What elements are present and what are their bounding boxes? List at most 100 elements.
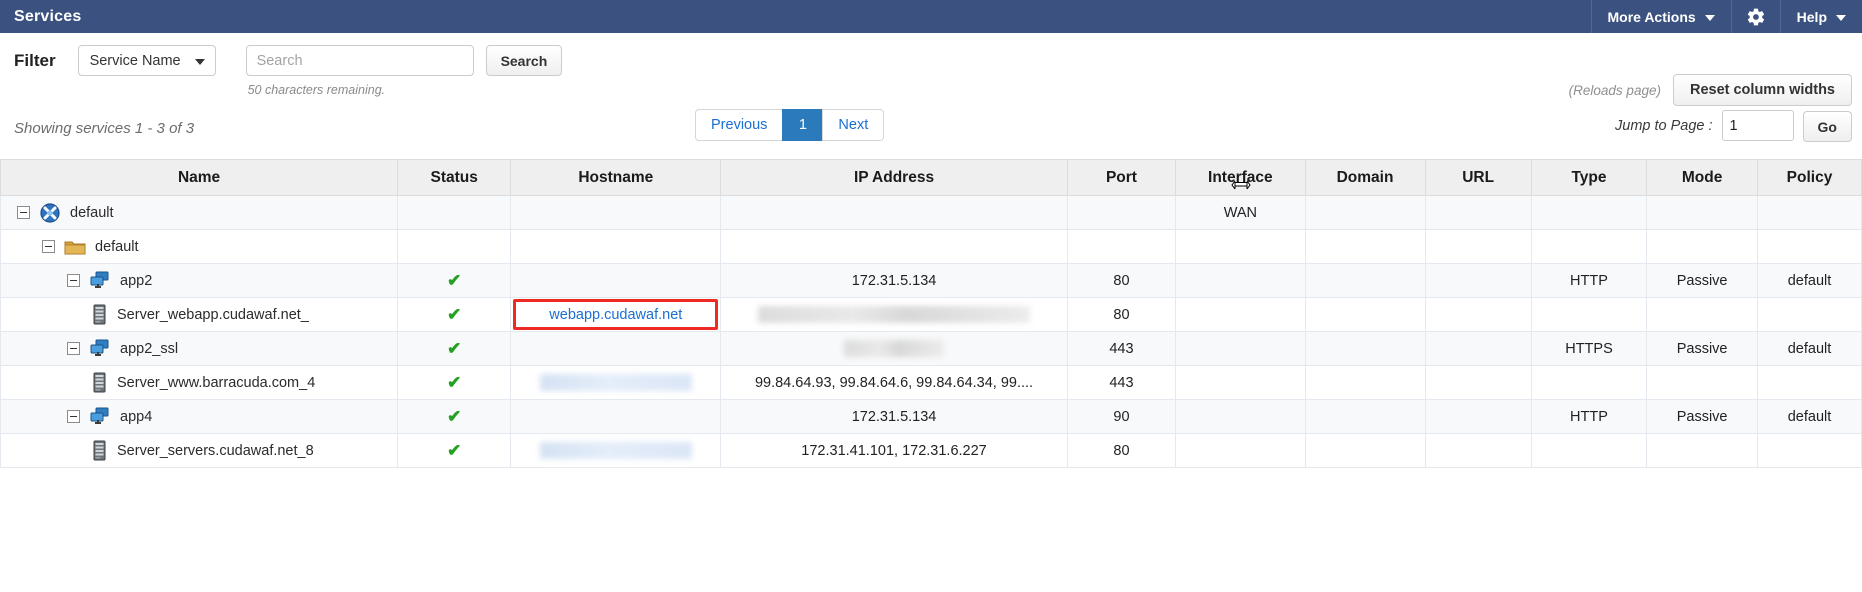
table-row[interactable]: Server_www.barracuda.com_4 ✔ 99.84.64.93, …: [0, 365, 1862, 400]
cell-name: app2: [0, 263, 399, 298]
next-page-button[interactable]: Next: [822, 109, 885, 141]
cell-url: [1424, 433, 1532, 468]
settings-button[interactable]: [1730, 0, 1780, 33]
paging-bar: Showing services 1 - 3 of 3 Previous 1 N…: [0, 109, 1862, 155]
cell-port: 80: [1066, 263, 1177, 298]
cell-mode: [1646, 365, 1759, 400]
table-row[interactable]: Server_servers.cudawaf.net_8 ✔ 172.31.41.1…: [0, 433, 1862, 468]
cell-interface: [1175, 229, 1306, 264]
column-header-interface[interactable]: Interface: [1175, 159, 1306, 196]
filter-field-select[interactable]: Service Name: [77, 45, 216, 76]
row-name-label: Server_servers.cudawaf.net_8: [117, 442, 314, 459]
column-header-ip-address[interactable]: IP Address: [720, 159, 1068, 196]
table-row[interactable]: app2 ✔ 172.31.5.134 80 HTTP Passive default: [0, 263, 1862, 298]
tree-collapse-toggle[interactable]: [17, 206, 30, 219]
cell-ip-address: 172.31.41.101, 172.31.6.227: [720, 433, 1068, 468]
column-header-interface-label: Interface: [1208, 168, 1273, 186]
service-icon: [90, 271, 109, 288]
help-menu[interactable]: Help: [1779, 0, 1862, 33]
column-header-url[interactable]: URL: [1424, 159, 1532, 196]
row-name-label: app2_ssl: [120, 340, 179, 357]
tree-collapse-toggle[interactable]: [67, 410, 80, 423]
search-button[interactable]: Search: [485, 45, 563, 76]
cell-url: [1424, 229, 1532, 264]
page-1-button[interactable]: 1: [782, 109, 823, 141]
table-row[interactable]: Server_webapp.cudawaf.net_ ✔ webapp.cudawa…: [0, 297, 1862, 332]
cell-type: [1530, 433, 1648, 468]
column-header-domain[interactable]: Domain: [1304, 159, 1426, 196]
cell-interface: [1175, 399, 1306, 434]
cell-mode: Passive: [1646, 399, 1759, 434]
row-type-icon: [92, 440, 108, 462]
status-ok-check-icon: ✔: [447, 406, 462, 426]
cell-status: ✔: [397, 331, 512, 366]
cell-name: Server_webapp.cudawaf.net_: [0, 297, 399, 332]
table-row[interactable]: default WAN: [0, 195, 1862, 230]
cell-port: 443: [1066, 331, 1177, 366]
status-ok-check-icon: ✔: [447, 270, 462, 290]
cell-policy: default: [1757, 331, 1862, 366]
cell-port: 443: [1066, 365, 1177, 400]
cell-status: ✔: [397, 263, 512, 298]
cell-type: HTTP: [1530, 399, 1648, 434]
cell-domain: [1304, 263, 1426, 298]
cell-status: [397, 195, 512, 230]
column-header-status[interactable]: Status: [397, 159, 512, 196]
cell-url: [1424, 297, 1532, 332]
cell-hostname: [510, 365, 722, 400]
column-header-type[interactable]: Type: [1530, 159, 1648, 196]
cell-policy: [1757, 297, 1862, 332]
redacted-ip-address: [844, 340, 945, 357]
cell-url: [1424, 195, 1532, 230]
reset-column-widths-button[interactable]: Reset column widths: [1672, 74, 1852, 106]
column-header-hostname[interactable]: Hostname: [510, 159, 722, 196]
cell-domain: [1304, 297, 1426, 332]
table-row[interactable]: default: [0, 229, 1862, 264]
pagination: Previous 1 Next: [695, 109, 885, 141]
cell-interface: [1175, 331, 1306, 366]
cell-policy: default: [1757, 399, 1862, 434]
row-name-label: Server_www.barracuda.com_4: [117, 374, 316, 391]
cell-status: ✔: [397, 297, 512, 332]
service-icon: [90, 339, 109, 356]
cell-url: [1424, 331, 1532, 366]
cell-type: [1530, 195, 1648, 230]
cell-port: [1066, 195, 1177, 230]
cell-policy: default: [1757, 263, 1862, 298]
hostname-link[interactable]: webapp.cudawaf.net: [549, 307, 682, 323]
previous-page-button[interactable]: Previous: [695, 109, 783, 141]
tree-collapse-toggle[interactable]: [42, 240, 55, 253]
cell-hostname: [510, 195, 722, 230]
tree-collapse-toggle[interactable]: [67, 274, 80, 287]
cell-type: [1530, 365, 1648, 400]
cluster-icon: [40, 202, 60, 223]
chevron-down-icon: [1836, 14, 1846, 21]
cell-hostname: [510, 263, 722, 298]
go-button[interactable]: Go: [1802, 111, 1852, 142]
table-row[interactable]: app2_ssl ✔ 443 HTTPS Passive default: [0, 331, 1862, 366]
column-header-name[interactable]: Name: [0, 159, 399, 196]
filter-label: Filter: [14, 51, 56, 70]
search-input[interactable]: [245, 45, 474, 76]
page-title: Services: [14, 7, 82, 25]
table-row[interactable]: app4 ✔ 172.31.5.134 90 HTTP Passive default: [0, 399, 1862, 434]
column-header-mode[interactable]: Mode: [1646, 159, 1759, 196]
cell-ip-address: [720, 229, 1068, 264]
cell-hostname: [510, 399, 722, 434]
column-header-port[interactable]: Port: [1066, 159, 1177, 196]
jump-to-page-input[interactable]: [1721, 110, 1794, 141]
row-type-icon: [89, 271, 111, 291]
cell-hostname: [510, 433, 722, 468]
more-actions-menu[interactable]: More Actions: [1590, 0, 1731, 33]
column-header-policy[interactable]: Policy: [1757, 159, 1862, 196]
cell-status: ✔: [397, 365, 512, 400]
cell-url: [1424, 399, 1532, 434]
row-type-icon: [89, 339, 111, 359]
cell-domain: [1304, 331, 1426, 366]
row-type-icon: [64, 238, 86, 256]
tree-collapse-toggle[interactable]: [67, 342, 80, 355]
results-summary: Showing services 1 - 3 of 3: [14, 120, 195, 137]
server-icon: [93, 372, 106, 392]
folder-icon: [64, 241, 86, 254]
cell-port: 80: [1066, 297, 1177, 332]
